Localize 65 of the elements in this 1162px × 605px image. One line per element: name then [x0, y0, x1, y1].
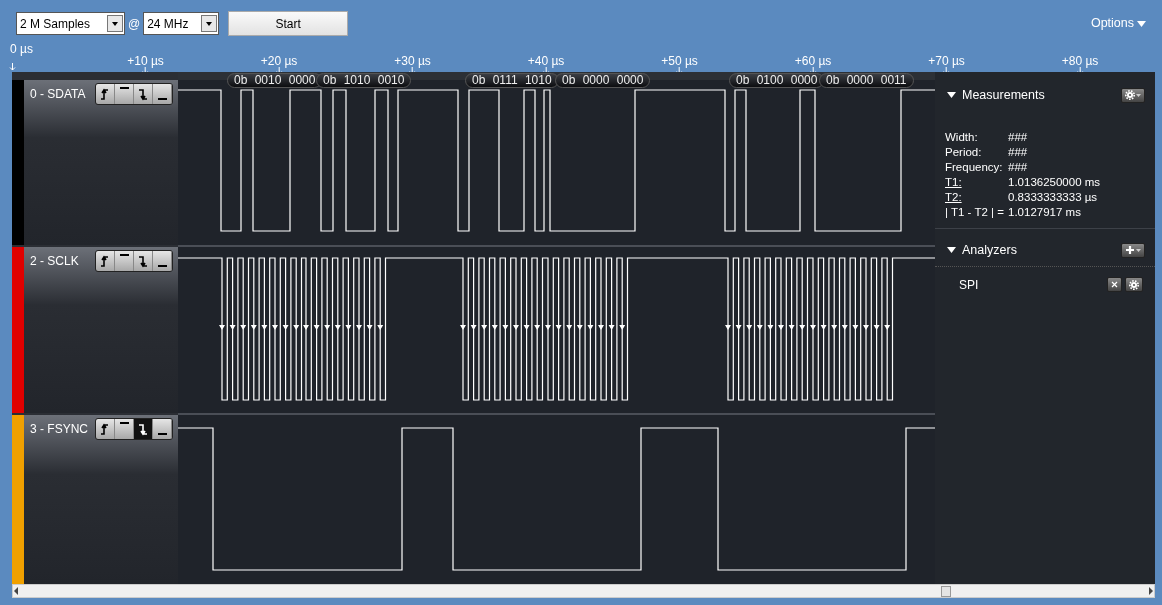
trigger-button-group[interactable] [95, 250, 173, 272]
dropdown-arrow-icon [111, 20, 119, 27]
analyzer-name: SPI [959, 276, 979, 294]
at-label: @ [128, 15, 141, 33]
measurement-value: 1.0136250000 ms [1008, 174, 1101, 190]
measurements-settings-button[interactable] [1121, 87, 1145, 103]
measurement-value: ### [1008, 144, 1028, 160]
falling-edge-icon [137, 254, 149, 268]
time-tick-label: +40 µs [527, 55, 565, 67]
measurement-label: Frequency: [945, 159, 1004, 175]
options-menu[interactable]: Options [1090, 14, 1146, 33]
tick-arrow-icon [9, 63, 16, 71]
rising-edge-icon [99, 254, 111, 268]
section-title: Measurements [962, 87, 1045, 104]
measurement-label: Period: [945, 144, 983, 160]
measurement-value: ### [1008, 129, 1028, 145]
dropdown-arrow-icon [205, 20, 214, 27]
decoded-value-label: 0b 0111 1010 [465, 73, 559, 88]
measurement-value: 1.0127917 ms [1008, 204, 1081, 220]
add-analyzer-button[interactable] [1121, 242, 1145, 258]
plus-icon [1125, 245, 1135, 256]
time-tick-label: +10 µs [127, 55, 164, 67]
trigger-button-group[interactable] [95, 83, 173, 105]
time-tick-label: +60 µs [794, 55, 832, 67]
sample-count-dropdown[interactable]: 2 M Samples [16, 12, 125, 35]
remove-analyzer-button[interactable] [1107, 277, 1122, 292]
falling-edge-icon [137, 87, 149, 101]
time-tick-label: +30 µs [394, 55, 431, 67]
measurement-label: T1: [945, 174, 963, 190]
trigger-button[interactable] [134, 419, 153, 439]
scrollbar-thumb[interactable] [941, 586, 951, 597]
measurement-label: T2: [945, 189, 963, 205]
scroll-left-arrow-icon[interactable] [13, 587, 19, 595]
rising-edge-icon [99, 422, 111, 436]
measurement-label: Width: [945, 129, 979, 145]
rising-edge-icon [99, 87, 111, 101]
channel-name: 0 - SDATA [30, 86, 87, 103]
channel-name: 3 - FSYNC [30, 421, 89, 438]
time-tick-label: +80 µs [1061, 55, 1099, 67]
start-button[interactable]: Start [228, 11, 349, 36]
channel-name: 2 - SCLK [30, 253, 80, 270]
caret-icon [1137, 20, 1146, 27]
close-icon [1111, 281, 1118, 288]
analyzer-settings-button[interactable] [1125, 277, 1143, 292]
trigger-button-group[interactable] [95, 418, 173, 440]
time-tick-label: +20 µs [260, 55, 298, 67]
gear-icon [1125, 90, 1135, 101]
measurement-value: ### [1008, 159, 1028, 175]
time-origin-label: 0 µs [10, 41, 33, 58]
collapse-caret-icon[interactable] [947, 92, 956, 99]
caret-icon [1136, 248, 1141, 252]
collapse-caret-icon[interactable] [947, 247, 956, 254]
measurement-value: 0.8333333333 µs [1008, 189, 1098, 205]
scroll-right-arrow-icon[interactable] [1148, 587, 1154, 595]
time-tick-label: +70 µs [928, 55, 965, 67]
sample-rate-dropdown[interactable]: 24 MHz [143, 12, 220, 35]
time-tick-label: +50 µs [661, 55, 698, 67]
decoded-value-label: 0b 1010 0010 [316, 73, 412, 88]
decoded-value-label: 0b 0000 0000 [555, 73, 651, 88]
section-title: Analyzers [962, 241, 1017, 259]
caret-icon [1136, 93, 1141, 97]
measurement-label: | T1 - T2 | = [945, 204, 1005, 220]
decoded-value-label: 0b 0000 0011 [819, 73, 914, 88]
falling-edge-icon [137, 422, 149, 436]
gear-icon [1129, 279, 1139, 290]
